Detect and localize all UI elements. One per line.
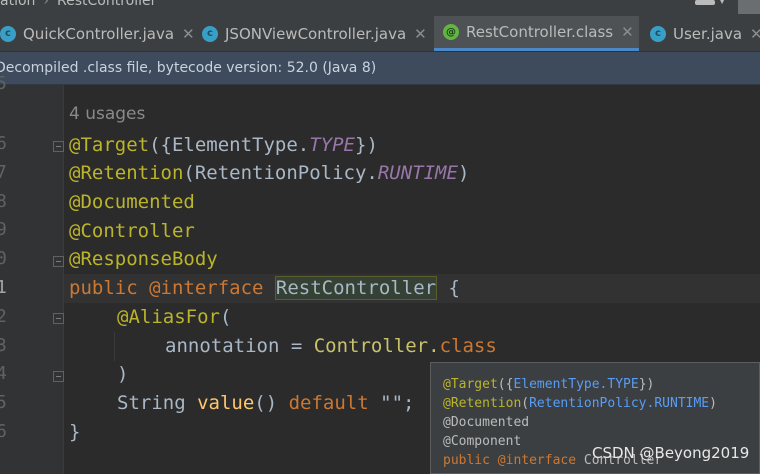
breadcrumb-item-class[interactable]: RestController [57,0,156,9]
line-number: 8 [0,191,7,212]
banner-text: Decompiled .class file, bytecode version… [0,60,377,76]
chevron-down-icon[interactable]: ▼ [719,0,725,5]
tab-jsonviewcontroller[interactable]: c JSONViewController.java ✕ [202,16,432,51]
code-token: ) [457,162,470,184]
line-number: 6 [0,421,7,442]
indent-guide [114,332,115,361]
code-token: ""; [368,392,415,414]
fold-icon[interactable] [53,313,64,324]
doc-token: ({ [497,377,514,392]
close-icon[interactable]: ✕ [182,25,195,43]
constant-token: RUNTIME [377,162,458,184]
annotation-token: @AliasFor [117,306,220,328]
decompiled-banner: Decompiled .class file, bytecode version… [0,52,760,85]
doc-line[interactable]: @Component [443,432,521,451]
tab-user[interactable]: c User.java ✕ [650,16,760,51]
code-line: @Target({ElementType.TYPE}) [69,131,378,160]
code-token: ( [219,306,232,328]
line-number: 0 [0,248,7,269]
keyword-token: default [288,392,369,414]
code-line: String value() default ""; [117,389,414,418]
class-icon: c [0,25,16,42]
doc-line: @Target({ElementType.TYPE}) [443,375,654,394]
doc-token: }) [638,377,655,392]
keyword-token: @interface [149,277,264,299]
navigation-bar: ation › RestController ▼ [0,0,760,16]
line-number: 6 [0,133,7,154]
tab-label: RestController.class [466,23,614,41]
code-line: @Documented [69,191,195,213]
breadcrumb[interactable]: ation › RestController [0,0,156,9]
watermark: CSDN @Beyong2019 [592,444,750,462]
annotation-icon: @ [443,24,459,40]
tab-restcontroller[interactable]: @ RestController.class ✕ [434,16,639,51]
doc-token: ( [521,396,530,411]
tab-quickcontroller[interactable]: c QuickController.java ✕ [0,16,195,51]
breadcrumb-item-package[interactable]: ation [0,0,35,9]
doc-line: @Retention(RetentionPolicy.RUNTIME) [443,394,717,413]
method-token: value [197,392,255,414]
line-number: 3 [0,335,7,356]
line-number: 4 [0,363,7,384]
class-icon: c [202,25,218,42]
code-line: @Controller [69,220,195,242]
code-line: @ResponseBody [69,248,218,270]
code-token: String [117,392,198,414]
code-token: annotation = [165,335,314,357]
code-line: @Retention(RetentionPolicy.RUNTIME) [69,159,469,188]
annotation-token: @Target [69,134,150,156]
keyword-token: @interface [497,453,577,468]
keyword-token: public [69,277,150,299]
editor-tabs: c QuickController.java ✕ c JSONViewContr… [0,16,760,52]
code-token: () [254,392,289,414]
breadcrumb-separator: › [43,0,50,9]
code-line: @AliasFor( [117,303,231,332]
line-number-current: 1 [0,277,7,298]
line-number: 5 [0,73,7,94]
line-number: 7 [0,162,7,183]
annotation-link[interactable]: @Target [443,377,498,392]
code-token: }) [355,134,378,156]
code-line: annotation = Controller.class [165,332,497,361]
keyword-token: public [443,453,498,468]
class-name-token: RestController [274,276,438,300]
fold-icon[interactable] [53,141,64,152]
fold-icon[interactable] [53,256,64,267]
close-icon[interactable]: ✕ [414,25,427,43]
doc-token: ) [709,396,717,411]
tab-label: User.java [673,24,743,43]
code-token: ({ElementType. [149,134,310,156]
fold-icon[interactable] [53,371,64,382]
tab-label: QuickController.java [23,24,175,43]
annotation-token: @Retention [69,162,184,184]
code-token: { [437,277,460,299]
line-number: 9 [0,219,7,240]
class-icon: c [650,25,666,42]
code-line: } [69,421,81,443]
doc-link[interactable]: RetentionPolicy.RUNTIME [529,396,709,411]
annotation-link[interactable]: @Retention [443,396,521,411]
code-line-current: public @interface RestController { [69,274,460,303]
close-icon[interactable]: ✕ [750,25,760,43]
code-line: ) [117,363,129,385]
constant-token: TYPE [309,134,355,156]
code-token: Controller. [313,335,440,357]
keyword-token: class [439,335,497,357]
doc-line[interactable]: @Documented [443,413,529,432]
usages-hint[interactable]: 4 usages [69,104,145,124]
tab-label: JSONViewController.java [225,24,407,43]
window-button[interactable] [738,0,760,14]
line-number: 2 [0,306,7,327]
code-token: (RetentionPolicy. [183,162,378,184]
line-number-gutter[interactable]: 5 6 7 8 9 0 1 2 3 4 5 6 [0,73,64,474]
close-icon[interactable]: ✕ [621,23,634,41]
doc-link[interactable]: ElementType.TYPE [513,377,638,392]
line-number: 5 [0,392,7,413]
user-icon[interactable] [694,0,716,5]
